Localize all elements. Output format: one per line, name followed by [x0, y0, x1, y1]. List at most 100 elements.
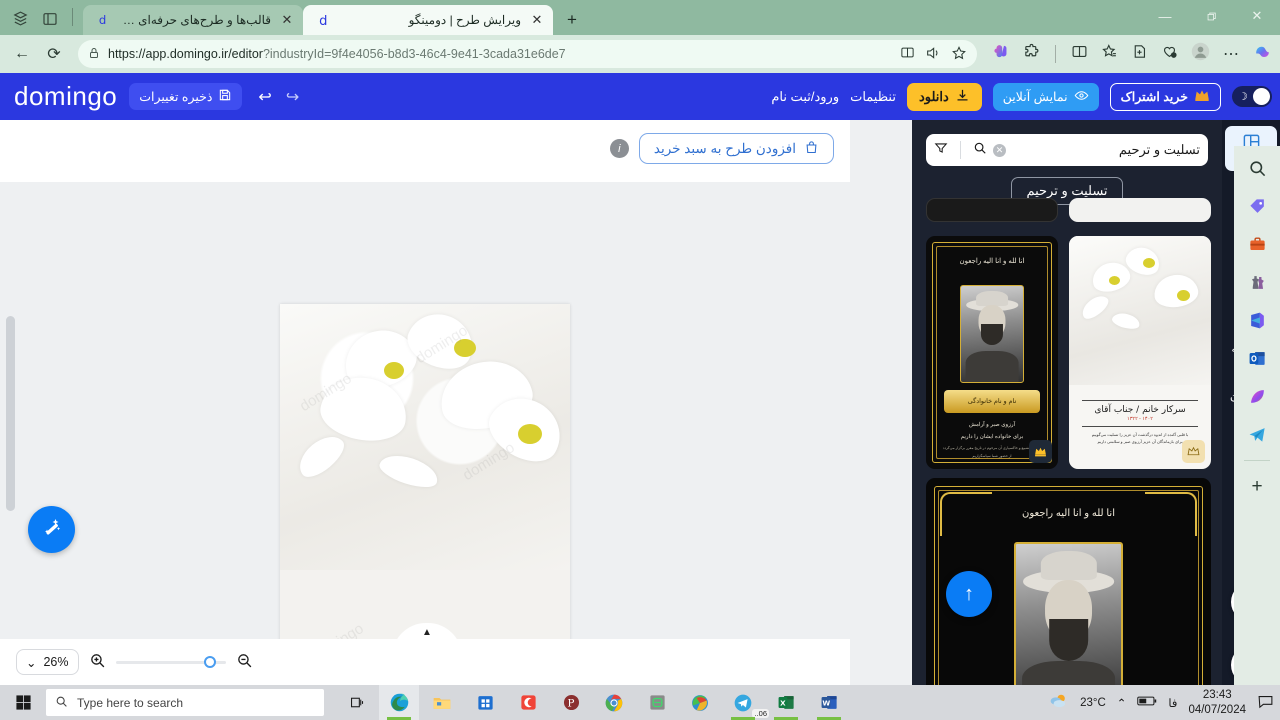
dynamics-icon[interactable] — [1245, 308, 1269, 332]
svg-text:d: d — [99, 13, 106, 27]
tab-actions-icon[interactable] — [40, 9, 60, 29]
taskbar-app-edge[interactable] — [379, 685, 419, 720]
template-search-box[interactable]: تسلیت و ترحیم ✕ — [926, 134, 1208, 166]
windows-start-icon[interactable] — [0, 685, 46, 720]
template-card-1[interactable]: سرکار خانم / جناب آقای ۱۴۰۲ - ۱۳۲۲ با قل… — [1069, 236, 1211, 469]
settings-more-icon[interactable]: ⋯ — [1223, 44, 1240, 64]
template-card-partial-left[interactable] — [926, 198, 1058, 222]
designer-icon[interactable] — [1245, 384, 1269, 408]
tag-icon[interactable] — [1245, 194, 1269, 218]
premium-crown-icon[interactable] — [1029, 440, 1052, 463]
undo-redo-group: ↩ ↪ — [258, 87, 299, 107]
settings-link[interactable]: تنظیمات — [850, 89, 896, 105]
magic-wand-icon — [40, 515, 64, 544]
taskbar-clock[interactable]: 23:43 04/07/2024 — [1188, 688, 1246, 717]
save-changes-button[interactable]: ذخیره تغییرات — [129, 83, 243, 110]
taskbar-app-excel[interactable]: X — [766, 685, 806, 720]
buy-subscription-button[interactable]: خرید اشتراک — [1109, 82, 1221, 111]
zoom-out-button[interactable] — [236, 652, 253, 673]
info-badge[interactable]: i — [609, 139, 629, 158]
tab-close-icon-0[interactable]: ✕ — [279, 12, 295, 28]
undo-arrow-icon[interactable]: ↩ — [258, 87, 271, 107]
search-icon[interactable] — [973, 141, 987, 160]
language-indicator[interactable]: فا — [1168, 696, 1177, 710]
titlebar-divider — [72, 8, 73, 26]
add-to-cart-button[interactable]: افزودن طرح به سبد خرید — [638, 133, 834, 164]
template-card-0[interactable]: انا لله و انا اليه راجعون نام و نام خانو… — [926, 236, 1058, 469]
template-card-partial-right[interactable] — [1069, 198, 1211, 222]
tray-expand-chevron[interactable]: ⌃ — [1117, 696, 1127, 710]
taskbar-app-file-explorer[interactable] — [422, 685, 462, 720]
window-minimize-button[interactable]: — — [1142, 0, 1188, 32]
taskbar-app-microsoft-store[interactable] — [465, 685, 505, 720]
collections-icon[interactable] — [1131, 43, 1148, 65]
browser-tab-title-0: قالب‌ها و طرح‌های حرفه‌ای و رایگان — [119, 13, 271, 27]
premium-crown-icon[interactable] — [1182, 440, 1205, 463]
browser-tab-1[interactable]: d ویرایش طرح | دومینگو ✕ — [303, 5, 553, 35]
zoom-level-select[interactable]: ⌄ 26% — [16, 649, 79, 675]
weather-partly-cloudy-icon[interactable] — [1048, 692, 1069, 713]
artboard-photo: domingo domingo domingo — [280, 304, 570, 570]
notification-icon[interactable] — [1257, 694, 1274, 712]
split-view-icon[interactable] — [900, 45, 915, 63]
battery-icon[interactable] — [1137, 695, 1157, 710]
scroll-to-top-button[interactable]: ↑ — [946, 571, 992, 617]
eye-icon — [1074, 88, 1089, 106]
theme-toggle[interactable]: ☽ — [1232, 86, 1272, 107]
tab-close-icon-1[interactable]: ✕ — [529, 12, 545, 28]
download-button[interactable]: دانلود — [906, 82, 982, 111]
split-screen-icon[interactable] — [1071, 43, 1088, 65]
auth-link[interactable]: ورود/ثبت نام — [771, 89, 839, 105]
zoom-slider-knob[interactable] — [203, 655, 216, 668]
task-view-icon[interactable] — [336, 685, 376, 720]
taskbar-app-photoscape[interactable]: P — [551, 685, 591, 720]
address-bar[interactable]: https://app.domingo.ir/editor?industryId… — [78, 40, 977, 68]
arrow-up-icon: ↑ — [964, 582, 974, 605]
taskbar-app-chrome[interactable] — [594, 685, 634, 720]
favorites-star-icon[interactable] — [1101, 43, 1118, 65]
redo-arrow-icon[interactable]: ↪ — [286, 87, 299, 107]
outlook-icon[interactable] — [1245, 346, 1269, 370]
new-tab-button[interactable]: + — [559, 7, 585, 33]
filter-icon[interactable] — [934, 141, 948, 160]
canvas-area[interactable]: افزودن طرح به سبد خرید i domingo ▲ ⌄ 26% — [0, 120, 850, 685]
extensions-icon[interactable] — [1023, 43, 1040, 65]
add-favorite-icon[interactable] — [951, 45, 967, 64]
magic-wand-button[interactable] — [28, 506, 75, 553]
search-icon[interactable] — [1245, 156, 1269, 180]
back-button[interactable]: ← — [8, 40, 36, 68]
canvas-scrollbar[interactable] — [6, 316, 15, 685]
read-aloud-icon[interactable] — [925, 45, 941, 64]
weather-temperature[interactable]: 23°C — [1080, 697, 1106, 709]
browser-essentials-icon[interactable] — [1161, 43, 1178, 65]
chess-icon[interactable] — [1245, 270, 1269, 294]
taskbar-app-camtasia[interactable] — [508, 685, 548, 720]
window-close-button[interactable]: ✕ — [1234, 0, 1280, 32]
copilot-brain-icon[interactable] — [993, 43, 1010, 65]
briefcase-icon[interactable] — [1245, 232, 1269, 256]
browser-tab-0[interactable]: d قالب‌ها و طرح‌های حرفه‌ای و رایگان ✕ — [83, 5, 303, 35]
telegram-icon[interactable] — [1245, 422, 1269, 446]
moon-icon: ☽ — [1238, 91, 1248, 103]
workspaces-icon[interactable] — [10, 9, 30, 29]
bismillah-text: انا لله و انا اليه راجعون — [1022, 507, 1115, 519]
online-preview-button[interactable]: نمایش آنلاین — [992, 82, 1099, 111]
reload-button[interactable]: ⟳ — [40, 40, 68, 68]
taskbar-app-idm[interactable] — [680, 685, 720, 720]
copilot-icon[interactable] — [1253, 42, 1272, 66]
card-body-1: با قلبی آکنده از اندوه درگذشت آن عزیز را… — [1091, 431, 1189, 437]
template-search-input[interactable]: تسلیت و ترحیم — [1012, 142, 1200, 158]
taskbar-app-word[interactable]: W — [809, 685, 849, 720]
taskbar-app-notepad-green[interactable] — [637, 685, 677, 720]
domingo-d-icon: d — [315, 12, 331, 28]
profile-avatar-icon[interactable] — [1191, 42, 1210, 66]
add-plus-icon[interactable]: + — [1245, 475, 1269, 499]
taskbar-search-input[interactable]: Type here to search — [46, 689, 324, 716]
address-bar-url: https://app.domingo.ir/editor?industryId… — [108, 47, 566, 61]
panel-collapse-button[interactable]: ▷ — [912, 505, 913, 541]
zoom-in-button[interactable] — [89, 652, 106, 673]
taskbar-app-telegram[interactable]: ..06 — [723, 685, 769, 720]
window-maximize-button[interactable] — [1188, 0, 1234, 32]
clear-x-icon[interactable]: ✕ — [993, 143, 1006, 157]
zoom-slider[interactable] — [115, 655, 226, 668]
